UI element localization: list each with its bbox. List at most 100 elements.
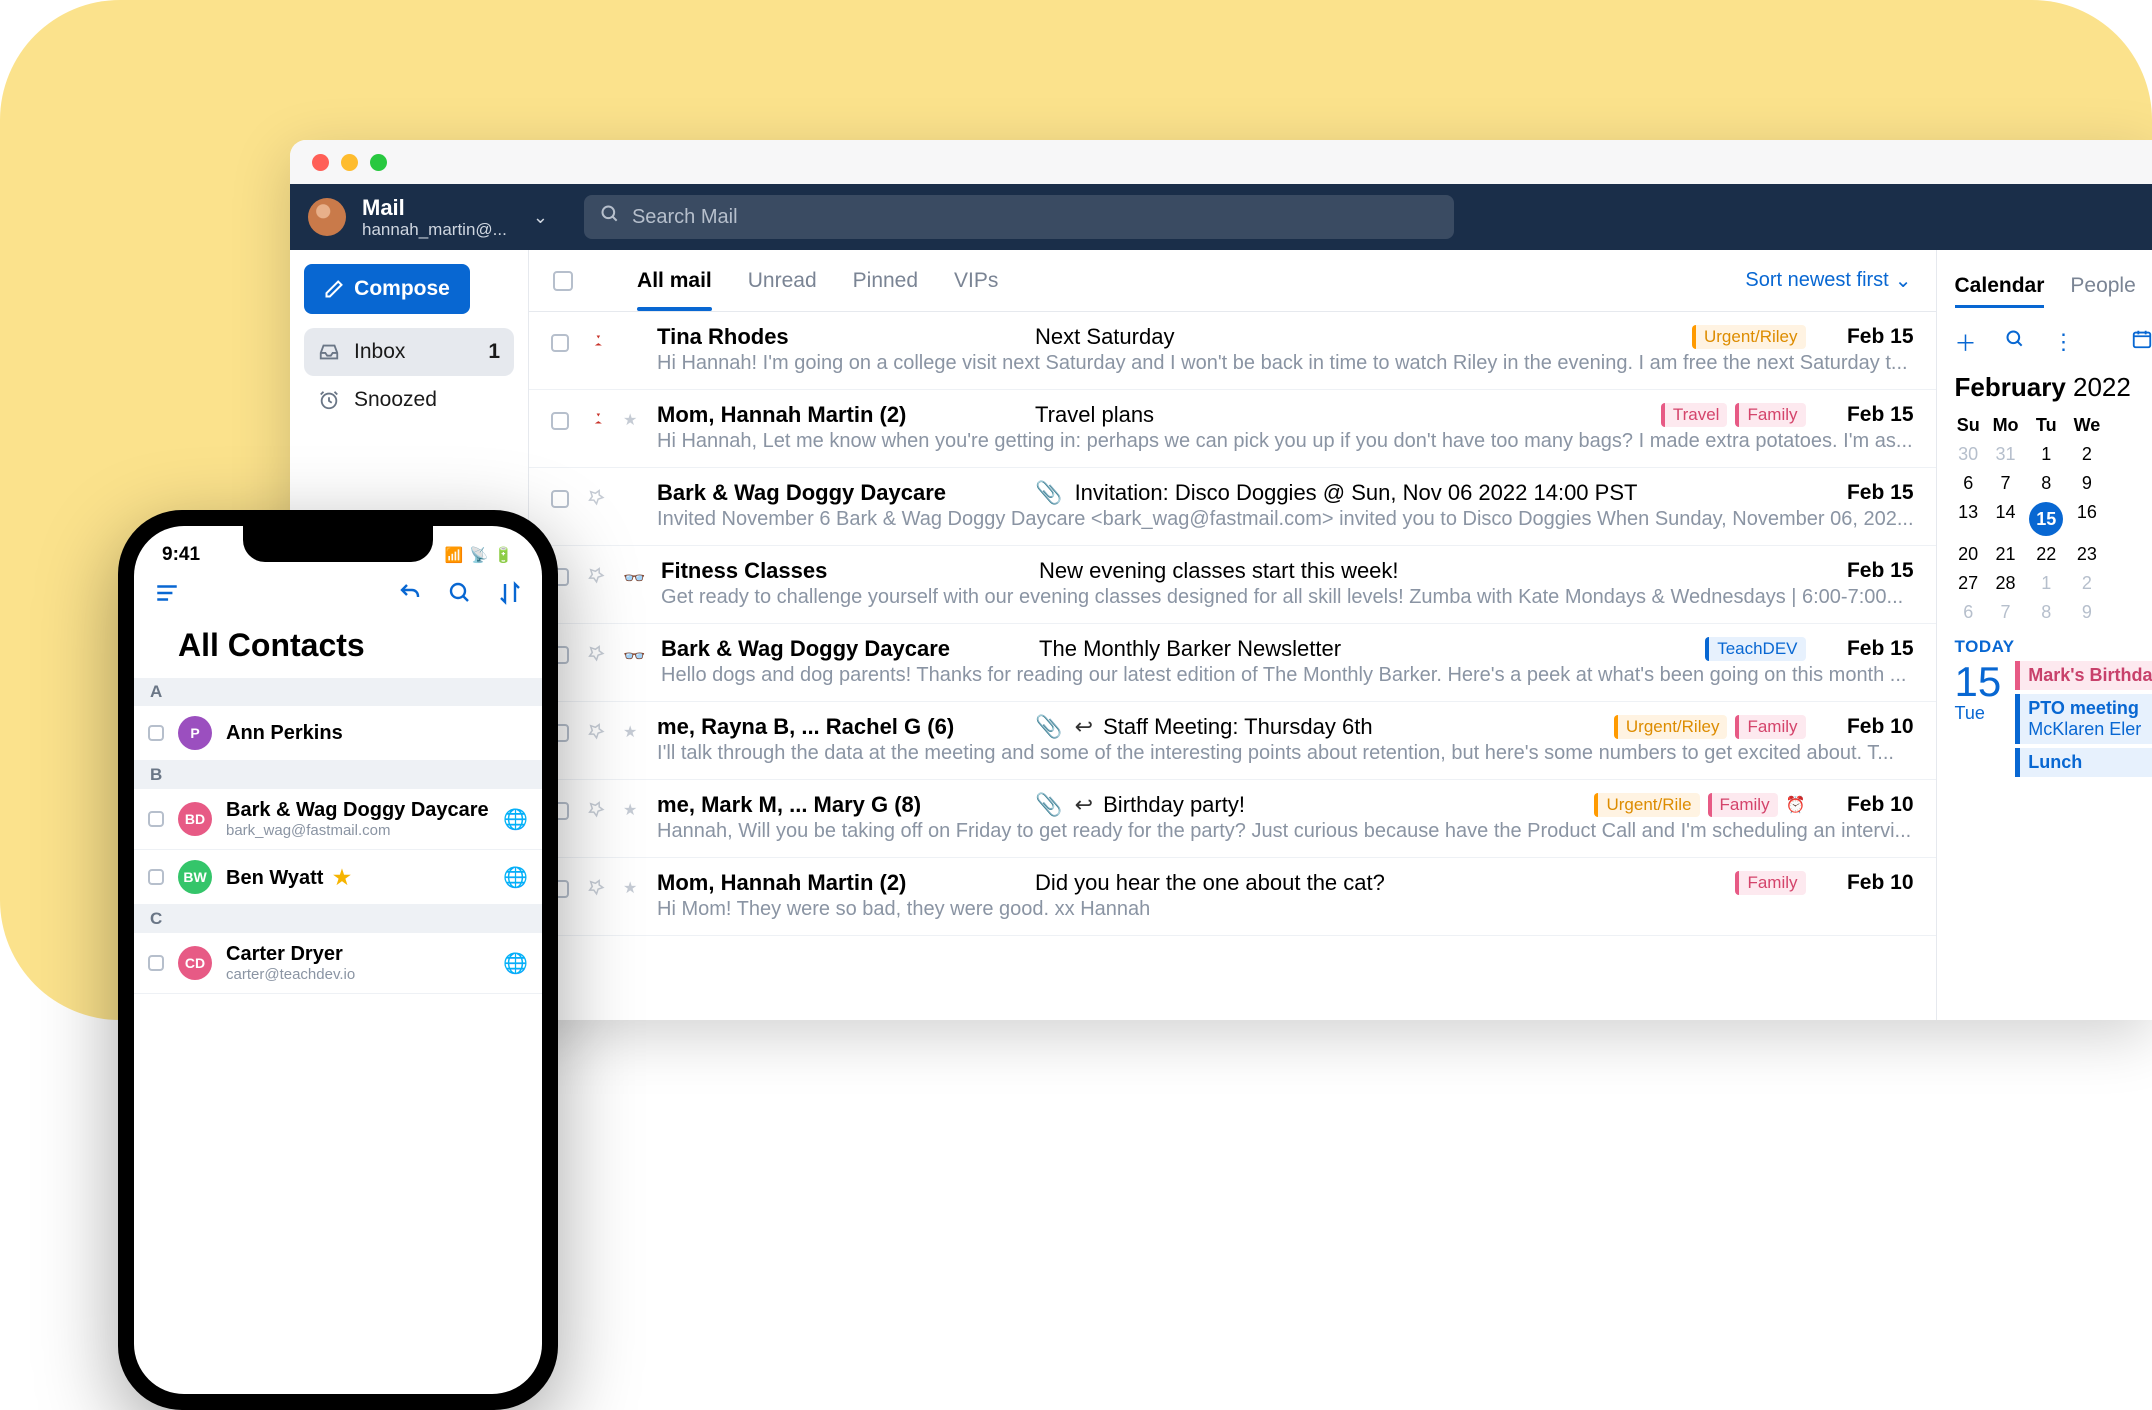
- tag[interactable]: Family: [1735, 715, 1805, 739]
- calendar-day[interactable]: 28: [1992, 573, 2019, 594]
- compose-button[interactable]: Compose: [304, 264, 470, 314]
- calendar-day[interactable]: 7: [1992, 602, 2019, 623]
- minimize-icon[interactable]: [341, 154, 358, 171]
- calendar-day[interactable]: 8: [2029, 473, 2063, 494]
- pin-icon[interactable]: [583, 410, 609, 430]
- message-preview: Get ready to challenge yourself with our…: [661, 586, 1913, 609]
- calendar-day[interactable]: 16: [2073, 502, 2100, 536]
- calendar-day[interactable]: 1: [2029, 573, 2063, 594]
- star-icon[interactable]: ★: [623, 878, 643, 898]
- calendar-day[interactable]: 13: [1955, 502, 1982, 536]
- calendar-day[interactable]: 30: [1955, 444, 1982, 465]
- calendar-day[interactable]: 14: [1992, 502, 2019, 536]
- pin-outline-icon[interactable]: [583, 566, 609, 584]
- calendar-day[interactable]: 6: [1955, 602, 1982, 623]
- tag[interactable]: Family: [1708, 793, 1778, 817]
- more-icon[interactable]: ⋮: [2053, 329, 2075, 355]
- tag[interactable]: Family: [1735, 871, 1805, 895]
- pin-outline-icon[interactable]: [583, 488, 609, 506]
- pin-outline-icon[interactable]: [583, 800, 609, 818]
- sidebar-item-snoozed[interactable]: Snoozed: [304, 376, 514, 424]
- section-header: C: [134, 905, 542, 933]
- sort-icon[interactable]: [498, 581, 522, 612]
- menu-icon[interactable]: [154, 580, 180, 613]
- star-icon[interactable]: ★: [623, 722, 643, 742]
- sort-button[interactable]: Sort newest first ⌄: [1745, 268, 1911, 293]
- attachment-icon: 📎: [1035, 714, 1062, 739]
- avatar[interactable]: [308, 198, 346, 236]
- pin-icon[interactable]: [583, 332, 609, 352]
- calendar-day[interactable]: 21: [1992, 544, 2019, 565]
- message-row[interactable]: ★Mom, Hannah Martin (2)Travel plansTrave…: [529, 390, 1935, 468]
- undo-icon[interactable]: [398, 581, 422, 612]
- tag[interactable]: Family: [1735, 403, 1805, 427]
- message-checkbox[interactable]: [551, 334, 569, 352]
- calendar-day[interactable]: 27: [1955, 573, 1982, 594]
- contact-row[interactable]: BWBen Wyatt ★🌐: [134, 850, 542, 905]
- message-checkbox[interactable]: [551, 490, 569, 508]
- search-input[interactable]: Search Mail: [584, 195, 1454, 239]
- contact-checkbox[interactable]: [148, 955, 164, 971]
- tag[interactable]: TeachDEV: [1705, 637, 1805, 661]
- message-checkbox[interactable]: [551, 412, 569, 430]
- contact-row[interactable]: PAnn Perkins: [134, 706, 542, 761]
- tab-allmail[interactable]: All mail: [637, 269, 712, 293]
- calendar-day[interactable]: 20: [1955, 544, 1982, 565]
- tab-vips[interactable]: VIPs: [954, 269, 998, 293]
- account-switcher[interactable]: Mail hannah_martin@...: [362, 195, 507, 240]
- calendar-day[interactable]: 9: [2073, 602, 2100, 623]
- pin-outline-icon[interactable]: [583, 722, 609, 740]
- sidebar-item-inbox[interactable]: Inbox 1: [304, 328, 514, 376]
- calendar-day[interactable]: 9: [2073, 473, 2100, 494]
- select-all-checkbox[interactable]: [553, 271, 573, 291]
- tab-pinned[interactable]: Pinned: [853, 269, 918, 293]
- contact-checkbox[interactable]: [148, 811, 164, 827]
- calendar-day[interactable]: 23: [2073, 544, 2100, 565]
- search-icon[interactable]: [448, 581, 472, 612]
- calendar-day[interactable]: 15: [2029, 502, 2063, 536]
- tab-unread[interactable]: Unread: [748, 269, 817, 293]
- calendar-day[interactable]: 8: [2029, 602, 2063, 623]
- message-row[interactable]: ★Mom, Hannah Martin (2)Did you hear the …: [529, 858, 1935, 936]
- calendar-icon[interactable]: [2131, 328, 2152, 356]
- tag[interactable]: Travel: [1661, 403, 1728, 427]
- list-header: All mail Unread Pinned VIPs Sort newest …: [529, 250, 1935, 312]
- message-row[interactable]: ★me, Mark M, ... Mary G (8)📎 ↩ Birthday …: [529, 780, 1935, 858]
- contact-row[interactable]: CDCarter Dryercarter@teachdev.io🌐: [134, 933, 542, 994]
- contact-checkbox[interactable]: [148, 869, 164, 885]
- contact-checkbox[interactable]: [148, 725, 164, 741]
- message-row[interactable]: Tina RhodesNext SaturdayUrgent/RileyFeb …: [529, 312, 1935, 390]
- add-icon[interactable]: ＋: [1955, 326, 1977, 358]
- calendar-panel: Calendar People At ＋ ⋮ February 2022 SuM…: [1937, 250, 2152, 1020]
- tag[interactable]: Urgent/Rile: [1594, 793, 1699, 817]
- star-icon[interactable]: ★: [623, 800, 643, 820]
- calendar-event[interactable]: PTO meetingMcKlaren Eler: [2015, 694, 2152, 744]
- calendar-day[interactable]: 31: [1992, 444, 2019, 465]
- calendar-event[interactable]: Lunch: [2015, 748, 2152, 777]
- message-row[interactable]: Bark & Wag Doggy Daycare📎 Invitation: Di…: [529, 468, 1935, 546]
- calendar-day[interactable]: 6: [1955, 473, 1982, 494]
- contact-row[interactable]: BDBark & Wag Doggy Daycarebark_wag@fastm…: [134, 789, 542, 850]
- dow-header: Mo: [1992, 415, 2019, 436]
- calendar-event[interactable]: Mark's Birthday: [2015, 661, 2152, 690]
- calendar-day[interactable]: 1: [2029, 444, 2063, 465]
- phone-title: All Contacts: [134, 623, 542, 678]
- tab-people[interactable]: People: [2070, 274, 2135, 298]
- maximize-icon[interactable]: [370, 154, 387, 171]
- tab-calendar[interactable]: Calendar: [1955, 274, 2045, 298]
- message-row[interactable]: 👓Fitness ClassesNew evening classes star…: [529, 546, 1935, 624]
- tag[interactable]: Urgent/Riley: [1692, 325, 1806, 349]
- search-icon[interactable]: [2005, 329, 2025, 355]
- calendar-day[interactable]: 2: [2073, 573, 2100, 594]
- tag[interactable]: Urgent/Riley: [1614, 715, 1728, 739]
- calendar-day[interactable]: 7: [1992, 473, 2019, 494]
- close-icon[interactable]: [312, 154, 329, 171]
- message-row[interactable]: ★me, Rayna B, ... Rachel G (6)📎 ↩ Staff …: [529, 702, 1935, 780]
- message-row[interactable]: 👓Bark & Wag Doggy DaycareThe Monthly Bar…: [529, 624, 1935, 702]
- calendar-day[interactable]: 22: [2029, 544, 2063, 565]
- chevron-down-icon[interactable]: ⌄: [533, 207, 548, 228]
- calendar-day[interactable]: 2: [2073, 444, 2100, 465]
- star-icon[interactable]: ★: [623, 410, 643, 430]
- pin-outline-icon[interactable]: [583, 878, 609, 896]
- pin-outline-icon[interactable]: [583, 644, 609, 662]
